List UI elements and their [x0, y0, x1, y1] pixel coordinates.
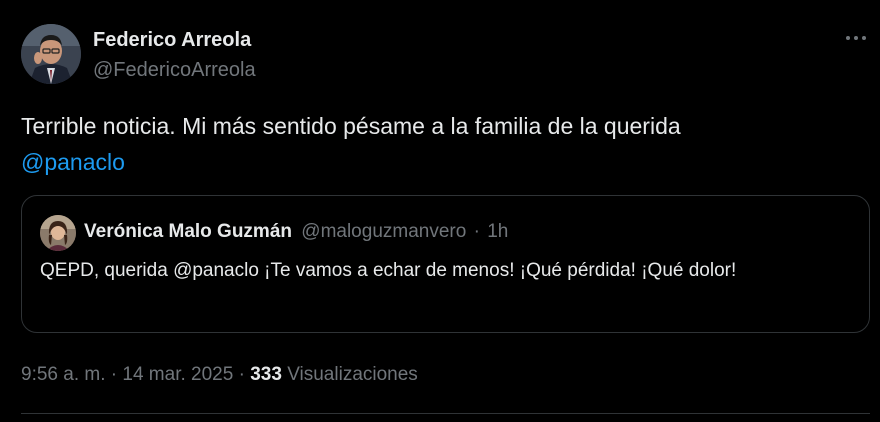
quoted-header: Verónica Malo Guzmán @maloguzmanvero · 1…	[84, 220, 508, 244]
mention-link[interactable]: @panaclo	[21, 149, 125, 175]
tweet-metadata: 9:56 a. m. · 14 mar. 2025 · 333 Visualiz…	[21, 362, 418, 388]
views-label: Visualizaciones	[287, 364, 418, 385]
quoted-separator: ·	[473, 221, 480, 242]
more-horizontal-icon	[846, 36, 866, 40]
quoted-author-avatar-image	[40, 215, 76, 251]
author-handle[interactable]: @FedericoArreola	[93, 58, 256, 82]
quoted-text: QEPD, querida @panaclo ¡Te vamos a echar…	[40, 260, 737, 281]
quoted-author-name[interactable]: Verónica Malo Guzmán	[84, 221, 292, 242]
author-avatar[interactable]	[21, 24, 81, 84]
meta-separator: ·	[110, 364, 118, 385]
tweet-text-body: Terrible noticia. Mi más sentido pésame …	[21, 113, 681, 139]
views-count: 333	[250, 364, 282, 385]
author-avatar-image	[21, 24, 81, 84]
more-options-button[interactable]	[838, 24, 874, 52]
meta-separator: ·	[238, 364, 245, 385]
quoted-author-handle[interactable]: @maloguzmanvero	[301, 221, 466, 242]
tweet-date[interactable]: 14 mar. 2025	[122, 364, 233, 385]
tweet-text: Terrible noticia. Mi más sentido pésame …	[21, 108, 851, 180]
quoted-tweet[interactable]: Verónica Malo Guzmán @maloguzmanvero · 1…	[21, 195, 870, 333]
quoted-author-avatar[interactable]	[40, 215, 76, 251]
quoted-timestamp[interactable]: 1h	[487, 221, 508, 242]
tweet: Federico Arreola @FedericoArreola Terrib…	[0, 0, 880, 422]
author-name[interactable]: Federico Arreola	[93, 28, 251, 52]
tweet-time[interactable]: 9:56 a. m.	[21, 364, 106, 385]
divider	[21, 413, 870, 414]
